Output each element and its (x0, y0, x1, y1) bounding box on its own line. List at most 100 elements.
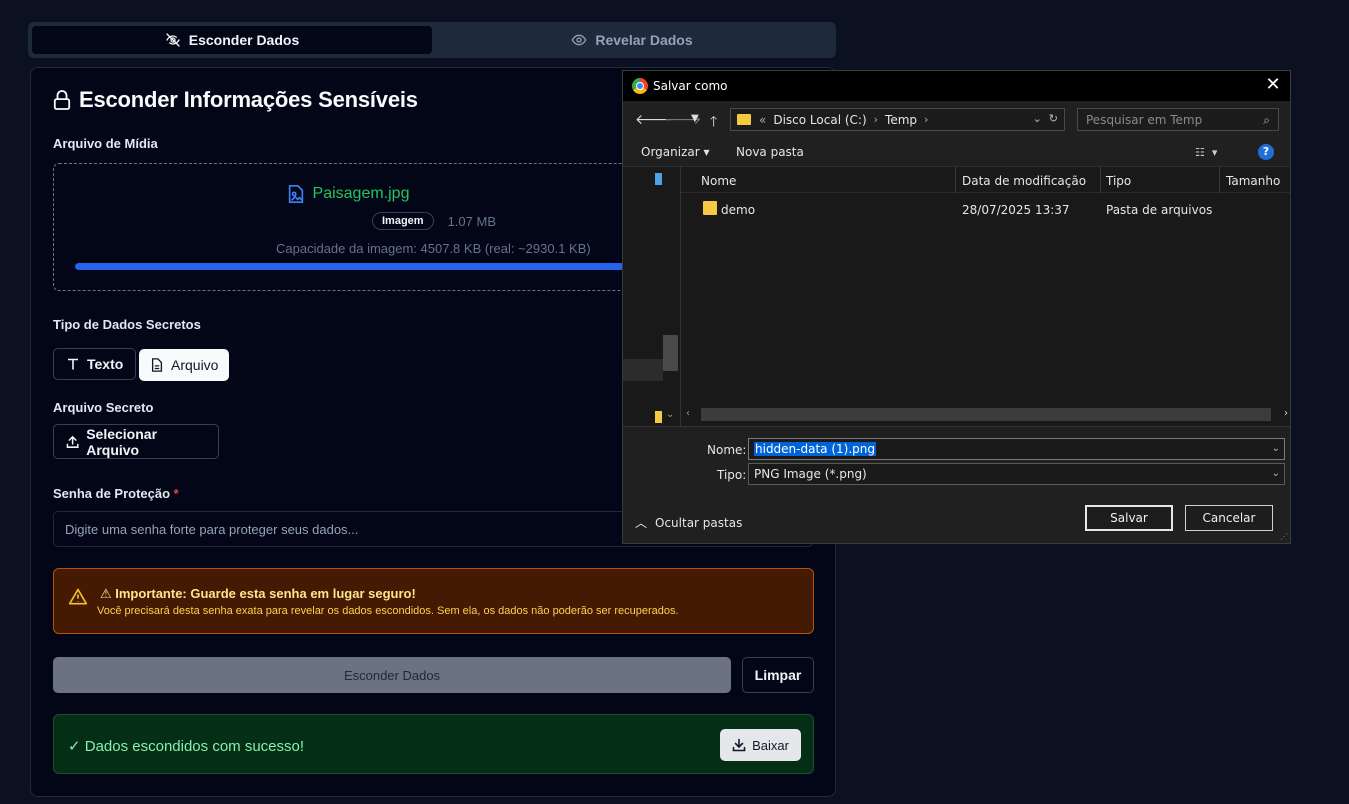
media-file-label: Arquivo de Mídia (53, 136, 158, 151)
text-icon (68, 358, 78, 370)
resize-grip-icon[interactable]: ⋰ (1280, 532, 1288, 541)
eye-icon (571, 34, 587, 46)
chrome-icon (632, 78, 648, 94)
select-file-label: Selecionar Arquivo (86, 425, 158, 458)
horizontal-scrollbar[interactable] (701, 408, 1271, 421)
recent-chevron-icon[interactable]: ▼ (691, 113, 699, 124)
breadcrumb-prefix: « (759, 112, 767, 127)
warning-text: Você precisará desta senha exata para re… (97, 605, 679, 617)
nav-pane-item[interactable] (623, 359, 663, 381)
type-text-button[interactable]: Texto (53, 348, 137, 380)
navigation-pane[interactable]: ⌄ (623, 167, 680, 426)
column-divider[interactable] (955, 167, 956, 193)
breadcrumb-drive[interactable]: Disco Local (C:) (773, 113, 866, 127)
file-type-select[interactable]: PNG Image (*.png) ⌄ (748, 463, 1285, 485)
save-as-dialog: Salvar como ✕ 🡐 🡒 ▼ 🡑 « Disco Local (C:)… (622, 70, 1291, 544)
folder-icon (737, 114, 751, 125)
breadcrumb-temp[interactable]: Temp (885, 113, 917, 127)
up-arrow-icon[interactable]: 🡑 (710, 111, 717, 135)
file-list-header: Nome Data de modificação Tipo Tamanho (681, 167, 1290, 193)
warning-title: ⚠ Importante: Guarde esta senha em lugar… (100, 586, 416, 601)
dialog-titlebar[interactable]: Salvar como ✕ (623, 71, 1290, 101)
page-title-text: Esconder Informações Sensíveis (79, 87, 418, 112)
type-text-label: Texto (87, 356, 124, 372)
eye-off-icon (166, 33, 180, 47)
page-title: Esconder Informações Sensíveis (53, 87, 418, 113)
mode-tabs: Esconder Dados Revelar Dados (28, 22, 836, 58)
password-placeholder: Digite uma senha forte para proteger seu… (65, 521, 359, 537)
hide-folders-label: Ocultar pastas (655, 515, 743, 530)
password-label-text: Senha de Proteção (53, 486, 171, 501)
scroll-right-icon[interactable]: › (1284, 408, 1288, 419)
chevron-down-icon[interactable]: ⌄ (1272, 468, 1280, 479)
lock-icon (53, 90, 71, 110)
dialog-command-bar: Organizar ▾ Nova pasta ☷ ▾ ? (623, 137, 1290, 167)
hide-data-submit-button[interactable]: Esconder Dados (53, 657, 731, 693)
type-file-label: Arquivo (171, 357, 219, 373)
search-icon: ⌕ (1263, 113, 1270, 127)
folder-icon (703, 201, 717, 215)
save-options-pane: Nome: hidden-data (1).png ⌄ Tipo: PNG Im… (623, 426, 1290, 543)
tab-hide-data[interactable]: Esconder Dados (32, 26, 432, 54)
file-type-badge: Imagem (372, 212, 434, 230)
address-dropdown-refresh-icon[interactable]: ⌄ ↻ (1033, 112, 1058, 125)
success-message: ✓ Dados escondidos com sucesso! Baixar (53, 714, 814, 774)
secret-file-label: Arquivo Secreto (53, 400, 154, 415)
column-name[interactable]: Nome (701, 174, 736, 188)
type-file-button[interactable]: Arquivo (139, 349, 230, 381)
file-name-value: hidden-data (1).png (754, 442, 876, 456)
close-icon[interactable]: ✕ (1264, 76, 1282, 94)
file-name-label: Nome: (707, 443, 747, 457)
chevron-down-icon[interactable]: ⌄ (666, 409, 674, 420)
cancel-button[interactable]: Cancelar (1185, 505, 1273, 531)
column-date[interactable]: Data de modificação (962, 174, 1086, 188)
secret-type-label: Tipo de Dados Secretos (53, 317, 201, 332)
address-bar[interactable]: « Disco Local (C:) › Temp › ⌄ ↻ (730, 108, 1065, 131)
breadcrumb-separator-icon: › (924, 113, 929, 126)
chevron-up-icon: ︿ (635, 516, 648, 530)
download-label: Baixar (752, 737, 789, 753)
file-name-input[interactable]: hidden-data (1).png ⌄ (748, 438, 1285, 460)
tab-reveal-data[interactable]: Revelar Dados (432, 26, 832, 54)
column-type[interactable]: Tipo (1106, 174, 1131, 188)
search-input[interactable]: Pesquisar em Temp ⌕ (1077, 108, 1279, 131)
select-file-button[interactable]: Selecionar Arquivo (53, 424, 219, 459)
help-icon[interactable]: ? (1258, 144, 1274, 160)
media-file-name-text: Paisagem.jpg (312, 185, 410, 202)
tab-reveal-label: Revelar Dados (595, 32, 693, 48)
clear-button[interactable]: Limpar (742, 657, 814, 693)
chevron-down-icon[interactable]: ⌄ (1272, 443, 1280, 454)
column-size[interactable]: Tamanho (1226, 174, 1280, 188)
dialog-title: Salvar como (653, 79, 728, 93)
file-icon (151, 358, 163, 372)
organize-menu[interactable]: Organizar ▾ (641, 145, 710, 159)
save-button[interactable]: Salvar (1085, 505, 1173, 531)
scroll-left-icon[interactable]: ‹ (686, 408, 690, 419)
row-type: Pasta de arquivos (1106, 203, 1213, 217)
nav-folder-icon (655, 411, 662, 423)
password-label: Senha de Proteção * (53, 486, 179, 501)
image-capacity: Capacidade da imagem: 4507.8 KB (real: ~… (276, 241, 591, 256)
file-size: 1.07 MB (447, 213, 496, 229)
tab-hide-label: Esconder Dados (188, 32, 300, 48)
download-button[interactable]: Baixar (720, 729, 801, 761)
nav-item-icon (655, 173, 662, 185)
password-warning: ⚠ Importante: Guarde esta senha em lugar… (53, 568, 814, 634)
column-divider[interactable] (1219, 167, 1220, 193)
download-icon (732, 738, 746, 752)
upload-icon (66, 435, 79, 448)
new-folder-button[interactable]: Nova pasta (736, 145, 804, 159)
success-text: ✓ Dados escondidos com sucesso! (68, 738, 305, 755)
column-divider[interactable] (1100, 167, 1101, 193)
view-options-icon[interactable]: ☷ ▾ (1195, 146, 1217, 159)
image-file-icon (288, 185, 303, 203)
nav-pane-scrollbar[interactable] (663, 335, 678, 371)
breadcrumb-separator-icon: › (873, 113, 879, 126)
media-file-meta: Imagem 1.07 MB (372, 212, 496, 230)
file-list: Nome Data de modificação Tipo Tamanho de… (681, 167, 1290, 426)
row-date: 28/07/2025 13:37 (962, 203, 1070, 217)
dialog-nav-bar: 🡐 🡒 ▼ 🡑 « Disco Local (C:) › Temp › ⌄ ↻ … (623, 101, 1290, 137)
hide-folders-toggle[interactable]: ︿ Ocultar pastas (635, 514, 742, 531)
warning-icon (68, 588, 88, 605)
file-type-value: PNG Image (*.png) (754, 467, 867, 481)
